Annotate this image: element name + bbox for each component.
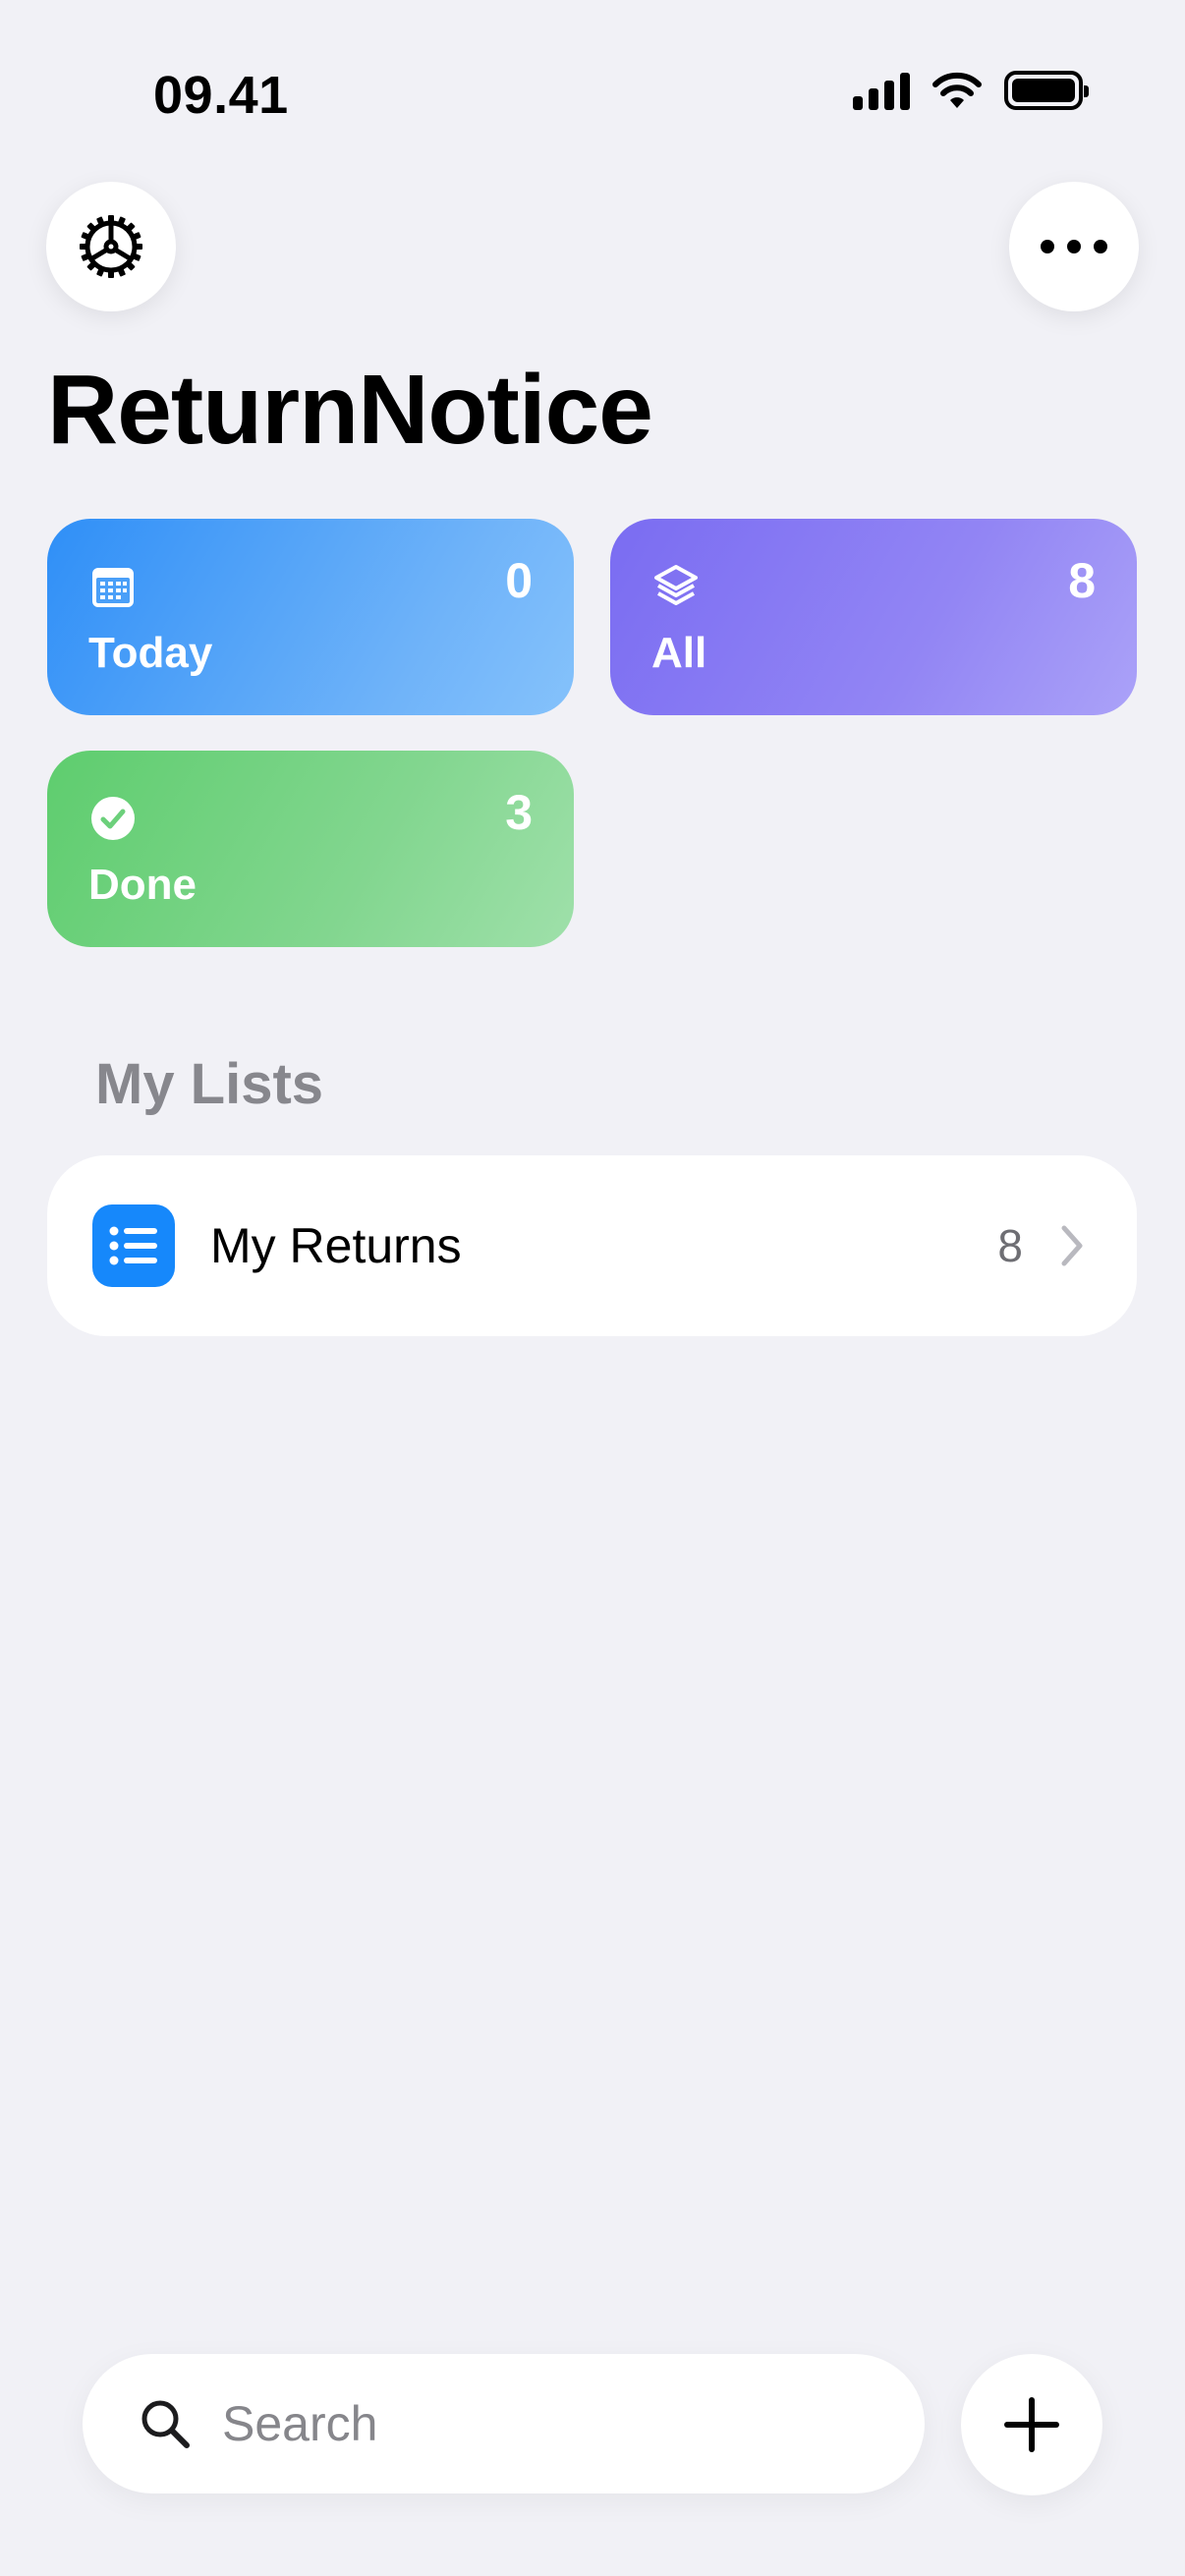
smart-list-done[interactable]: 3 Done [47,751,574,947]
search-field[interactable]: Search [83,2354,925,2493]
status-icons [853,71,1089,110]
my-lists-heading: My Lists [95,1052,324,1116]
more-button[interactable] [1009,182,1139,311]
page-title: ReturnNotice [47,355,653,465]
status-time: 09.41 [153,66,289,125]
ellipsis-icon [1041,240,1107,253]
checkmark-circle-icon [91,797,135,840]
cellular-signal-icon [853,71,910,110]
battery-icon [1004,71,1089,110]
list-item-name: My Returns [210,1218,462,1273]
all-label: All [651,629,707,677]
add-button[interactable] [961,2354,1102,2495]
smart-list-all[interactable]: 8 All [610,519,1137,715]
smart-list-today[interactable]: 0 Today [47,519,574,715]
all-count: 8 [1068,553,1096,608]
settings-button[interactable] [46,182,176,311]
stack-icon [654,565,698,605]
today-count: 0 [505,553,533,608]
home-screen: 09.41 ReturnNotice 0 Today 8 All 3 Done … [0,0,1185,2576]
list-item-count: 8 [997,1220,1023,1271]
calendar-icon [92,568,134,607]
done-label: Done [88,861,197,909]
today-label: Today [88,629,213,677]
wifi-icon [932,72,982,108]
magnifying-glass-icon [141,2400,190,2448]
done-count: 3 [505,785,533,840]
list-bullet-icon [92,1204,175,1287]
search-placeholder: Search [222,2396,378,2451]
plus-icon [1004,2397,1059,2452]
chevron-right-icon [1052,1221,1092,1270]
list-item-my-returns[interactable]: My Returns 8 [47,1155,1137,1336]
gear-icon [80,215,142,278]
